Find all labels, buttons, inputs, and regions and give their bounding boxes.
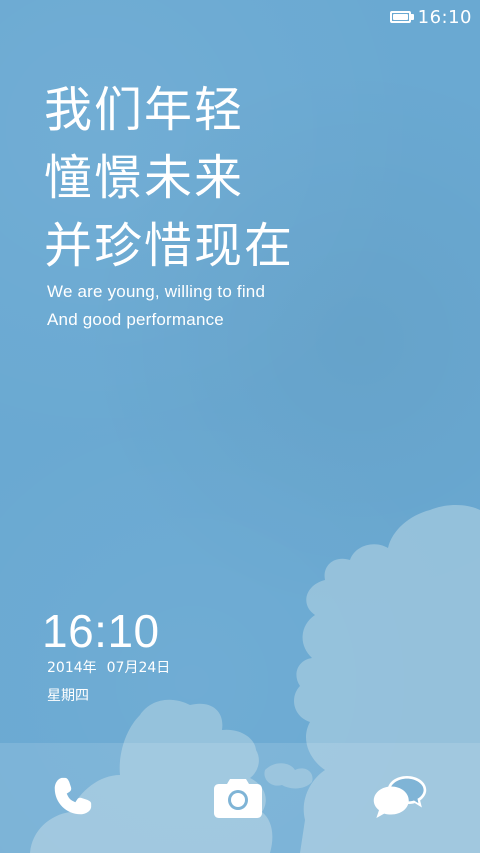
clock-weekday: 星期四 [47,688,89,704]
phone-shortcut-button[interactable] [44,771,100,823]
quote-english-line-1: We are young, willing to find [47,282,266,301]
quote-english: We are young, willing to find And good p… [44,278,294,334]
quote-line-2: 憧憬未来 [44,150,245,206]
camera-shortcut-button[interactable] [210,771,266,823]
message-shortcut-button[interactable] [372,771,428,823]
lock-screen: 16:10 我们年轻 憧憬未来 并珍惜现在 We are young, will… [0,0,480,853]
status-time: 16:10 [417,6,472,28]
shortcut-dock [0,743,480,853]
clock-month-day: 07月24日 [106,660,171,676]
message-icon [373,776,427,818]
quote-line-1: 我们年轻 [44,82,245,138]
clock-year: 2014年 [47,660,97,676]
battery-full-icon [389,11,414,23]
quote-english-line-2: And good performance [47,310,224,329]
camera-icon [214,779,262,818]
lock-clock: 16:10 2014年 07月24日 星期四 [42,604,170,706]
clock-time: 16:10 [42,605,160,657]
quote-line-3: 并珍惜现在 [44,218,295,274]
status-bar: 16:10 [389,6,472,28]
clock-date: 2014年 07月24日 [47,658,170,678]
wallpaper-quote: 我们年轻 憧憬未来 并珍惜现在 We are young, willing to… [44,76,294,334]
phone-icon [54,777,92,815]
